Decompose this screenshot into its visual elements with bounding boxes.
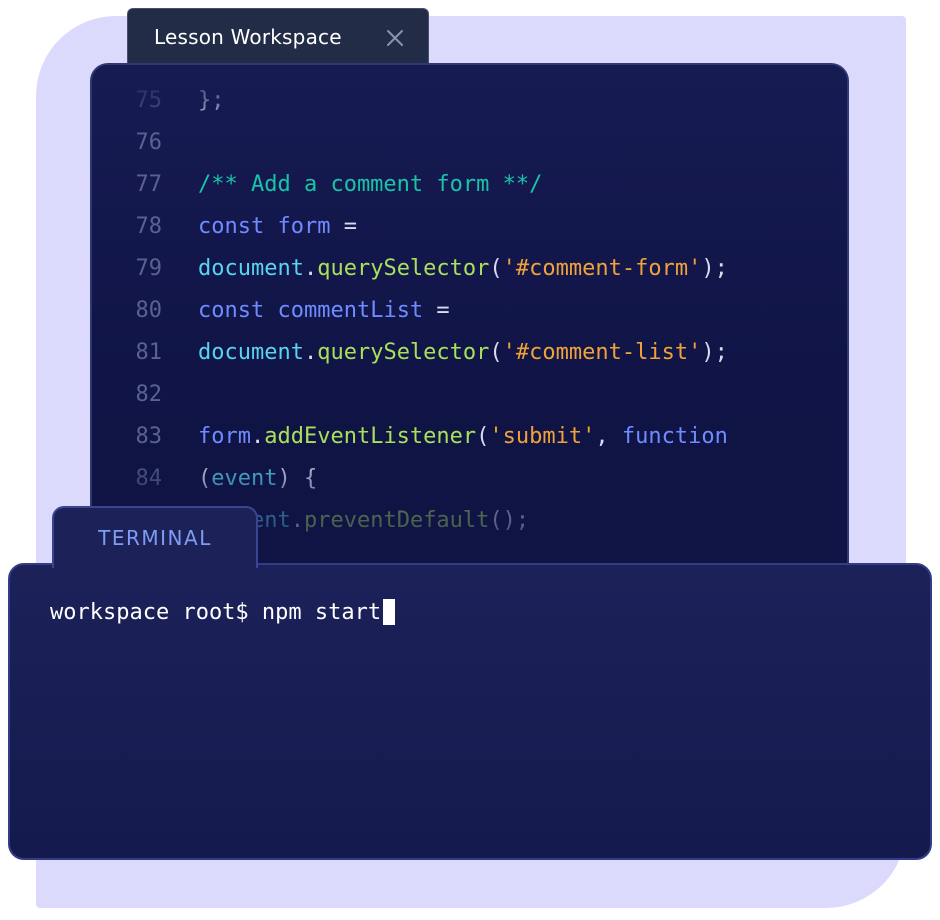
code-text: document.querySelector('#comment-list'); <box>198 332 728 374</box>
terminal-cursor <box>383 599 396 625</box>
tab-lesson-workspace[interactable]: Lesson Workspace <box>127 8 429 66</box>
code-token: const <box>198 214 278 239</box>
code-text: (event) { <box>198 458 317 500</box>
line-number: 81 <box>135 340 163 365</box>
code-text: form.addEventListener('submit', function <box>198 416 728 458</box>
terminal-command: workspace root$ npm start <box>50 599 382 625</box>
code-token: preventDefault <box>303 508 490 533</box>
code-editor[interactable]: 75}; 76 77 /** Add a comment form **/ 78 cons… <box>90 63 849 583</box>
code-line: 81 document.querySelector('#comment-list'… <box>92 332 847 374</box>
code-token: addEventListener <box>264 424 477 449</box>
code-token: document <box>198 340 304 365</box>
code-token: ); <box>701 256 728 281</box>
terminal-prompt-line[interactable]: workspace root$ npm start <box>50 599 396 625</box>
code-token: event <box>211 466 278 491</box>
line-number: 84 <box>135 466 163 491</box>
code-token: function <box>621 424 728 449</box>
code-line: 84 (event) { <box>92 458 847 500</box>
code-token: /** Add a comment form **/ <box>198 172 543 197</box>
tab-title: Lesson Workspace <box>154 25 342 49</box>
code-token: ); <box>701 340 728 365</box>
code-line: 75}; <box>92 80 847 122</box>
code-line: 77 /** Add a comment form **/ <box>92 164 847 206</box>
code-text: const commentList = <box>198 290 450 332</box>
code-token: '#comment-list' <box>502 340 702 365</box>
code-line: 78 const form = <box>92 206 847 248</box>
code-token: commentList <box>277 298 424 323</box>
code-token: (); <box>489 508 530 533</box>
code-token: '#comment-form' <box>502 256 702 281</box>
code-token: . <box>303 340 318 365</box>
code-line: 80 const commentList = <box>92 290 847 332</box>
terminal-tab-label: TERMINAL <box>98 526 212 550</box>
terminal-panel[interactable]: workspace root$ npm start <box>8 563 932 860</box>
code-token: querySelector <box>317 340 490 365</box>
code-token: ) { <box>277 466 318 491</box>
code-token: }; <box>198 88 225 113</box>
code-text: const form = <box>198 206 357 248</box>
code-token: const <box>198 298 278 323</box>
code-token: ( <box>489 256 503 281</box>
line-number: 82 <box>135 382 163 407</box>
code-token: . <box>290 508 304 533</box>
code-line: 76 <box>92 122 847 164</box>
code-token: querySelector <box>317 256 490 281</box>
code-token: form <box>198 424 251 449</box>
code-text: }; <box>198 80 225 122</box>
code-token: form <box>277 214 331 239</box>
terminal-tab-joint <box>54 561 256 567</box>
code-token: 'submit' <box>489 424 596 449</box>
tab-terminal[interactable]: TERMINAL <box>52 506 258 568</box>
code-token: = <box>330 214 357 239</box>
line-number: 77 <box>135 172 163 197</box>
code-line: 83 form.addEventListener('submit', functi… <box>92 416 847 458</box>
line-number: 75 <box>135 88 163 113</box>
code-text: document.querySelector('#comment-form'); <box>198 248 728 290</box>
code-line: 82 <box>92 374 847 416</box>
close-icon[interactable] <box>386 29 404 47</box>
code-token: ( <box>198 466 212 491</box>
line-number: 79 <box>135 256 163 281</box>
code-line: 79 document.querySelector('#comment-form'… <box>92 248 847 290</box>
line-number: 78 <box>135 214 163 239</box>
code-token: = <box>423 298 450 323</box>
code-token: ( <box>489 340 503 365</box>
code-token: . <box>303 256 318 281</box>
line-number: 80 <box>135 298 163 323</box>
code-lines: 75}; 76 77 /** Add a comment form **/ 78 cons… <box>92 80 847 542</box>
code-token: , <box>595 424 622 449</box>
line-number: 76 <box>135 130 163 155</box>
line-number: 83 <box>135 424 163 449</box>
code-token: ( <box>476 424 490 449</box>
code-text: /** Add a comment form **/ <box>198 164 542 206</box>
code-token: . <box>250 424 265 449</box>
code-token: document <box>198 256 304 281</box>
